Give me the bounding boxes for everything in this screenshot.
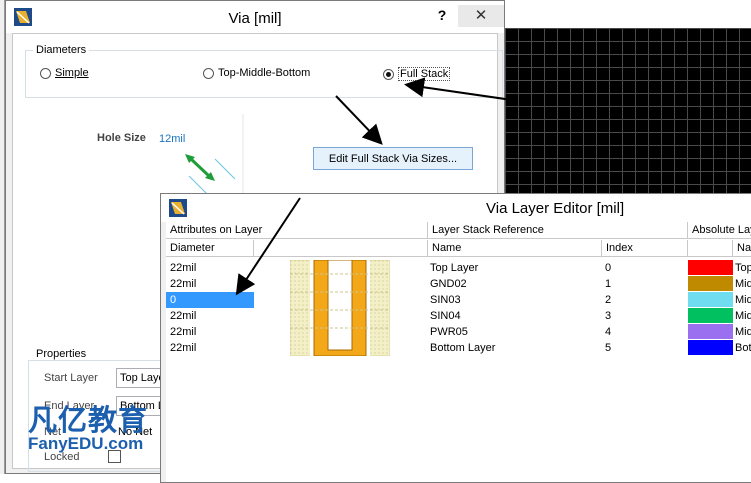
watermark-chinese: 凡亿教育 [28, 405, 149, 437]
arrow-to-edit-button [335, 95, 383, 145]
watermark-english: FanyEDU.com [28, 434, 144, 453]
arrow-to-full-stack [404, 77, 513, 101]
arrow-to-diameter-cell [235, 197, 301, 296]
